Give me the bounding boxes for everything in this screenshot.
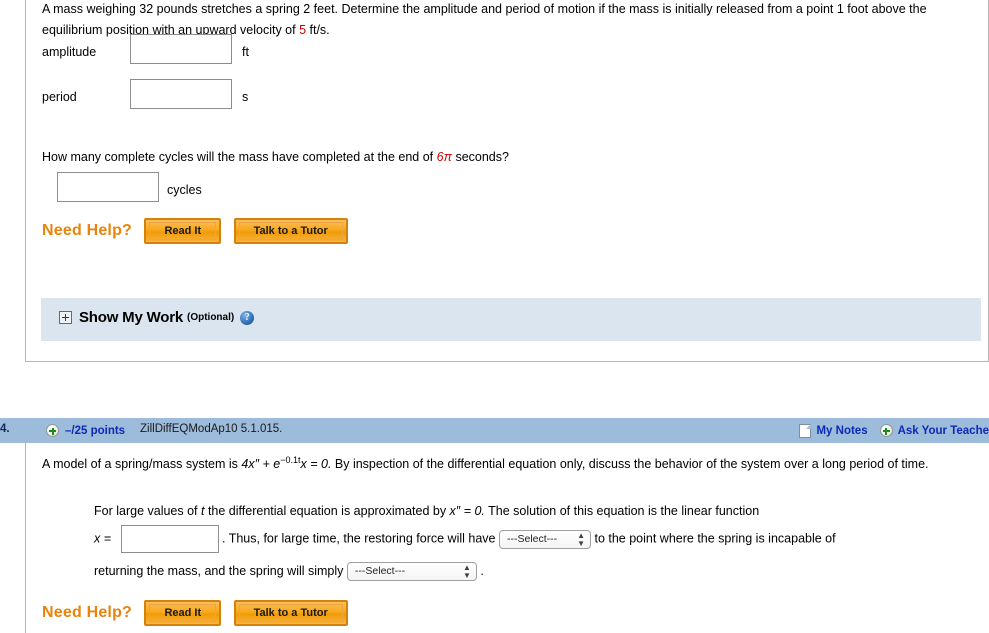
stem-value: 5 xyxy=(299,23,307,37)
stem-text-part1: A mass weighing 32 pounds stretches a sp… xyxy=(42,2,927,37)
need-help-label-bottom: Need Help? xyxy=(42,604,133,621)
talk-to-a-tutor-button-top[interactable]: Talk to a Tutor xyxy=(233,218,348,244)
points-label: –/25 points xyxy=(65,424,126,437)
period-label: period xyxy=(42,90,77,104)
amplitude-label: amplitude xyxy=(42,45,97,59)
need-help-top: Need Help? Read It Talk to a Tutor xyxy=(42,218,348,244)
select-restoring-force-value: ---Select--- xyxy=(506,532,558,545)
select-restoring-force[interactable]: ---Select--- ▲ ▼ xyxy=(498,529,591,549)
q4-line3: x = . Thus, for large time, the restorin… xyxy=(94,525,989,553)
cycles-input[interactable] xyxy=(57,172,159,202)
x-solution-input[interactable] xyxy=(120,525,219,553)
q4-line2-eq: x″ = 0. xyxy=(449,504,485,518)
amplitude-input[interactable] xyxy=(130,34,232,64)
help-question-icon[interactable]: ? xyxy=(240,310,255,325)
select-spring-behavior[interactable]: ---Select--- ▲ ▼ xyxy=(346,562,477,582)
q4-line2: For large values of t the differential e… xyxy=(94,501,989,522)
show-my-work-panel[interactable]: Show My Work (Optional)? xyxy=(41,298,981,341)
q4-equation-exponent: −0.1t xyxy=(280,455,301,465)
plus-circle-icon[interactable] xyxy=(46,424,59,438)
question-4-header-bar: 4. –/25 points ZillDiffEQModAp10 5.1.015… xyxy=(0,418,989,443)
cycles-question-text: How many complete cycles will the mass h… xyxy=(42,147,942,168)
read-it-button-bottom[interactable]: Read It xyxy=(144,600,222,626)
q4-line2-pre: For large values of xyxy=(94,504,201,518)
q4-line4-post: . xyxy=(480,564,484,579)
q4-stem-pre: A model of a spring/mass system is xyxy=(42,457,242,472)
show-my-work-optional: (Optional) xyxy=(187,312,235,324)
question-panel-top: A mass weighing 32 pounds stretches a sp… xyxy=(25,0,989,362)
question-panel-bottom: A model of a spring/mass system is 4x″ +… xyxy=(25,443,989,633)
read-it-button-top[interactable]: Read It xyxy=(144,218,222,244)
show-my-work-title: Show My Work xyxy=(79,309,183,327)
read-it-label: Read It xyxy=(149,222,217,240)
talk-to-a-tutor-button-bottom[interactable]: Talk to a Tutor xyxy=(233,600,348,626)
question-code: ZillDiffEQModAp10 5.1.015. xyxy=(140,423,283,435)
question-points-group: –/25 points xyxy=(46,422,125,440)
question-number: 4. xyxy=(0,423,10,435)
talk-to-a-tutor-label: Talk to a Tutor xyxy=(238,222,343,240)
need-help-label: Need Help? xyxy=(42,222,133,239)
select-arrows-icon: ▲ ▼ xyxy=(577,530,585,548)
my-notes-link[interactable]: My Notes xyxy=(816,425,867,437)
cycles-question-part2: seconds? xyxy=(451,150,509,164)
assignment-page: A mass weighing 32 pounds stretches a sp… xyxy=(0,0,989,633)
stem-text-part2: ft/s. xyxy=(306,23,330,37)
plus-circle-icon-ask[interactable] xyxy=(879,424,893,438)
q4-stem-post: By inspection of the differential equati… xyxy=(331,457,929,472)
question-4-stem: A model of a spring/mass system is 4x″ +… xyxy=(42,450,986,475)
q4-line3-mid: . Thus, for large time, the restoring fo… xyxy=(222,531,496,546)
need-help-bottom: Need Help? Read It Talk to a Tutor xyxy=(42,600,348,626)
note-page-icon[interactable] xyxy=(799,423,812,438)
show-my-work-inner: Show My Work (Optional)? xyxy=(59,309,255,327)
q4-equation-a: 4x″ + e xyxy=(241,457,281,472)
q4-line4-pre: returning the mass, and the spring will … xyxy=(94,564,344,579)
period-input[interactable] xyxy=(130,79,232,109)
q4-line3-post: to the point where the spring is incapab… xyxy=(594,531,836,546)
q4-x-equals-label: x = xyxy=(94,531,112,546)
header-right-actions: My Notes Ask Your Teache xyxy=(799,422,989,440)
q4-equation-b: x = 0. xyxy=(300,457,332,472)
cycles-question-value: 6π xyxy=(436,150,452,164)
q4-line2-post: The solution of this equation is the lin… xyxy=(484,504,760,518)
q4-line2-mid: the differential equation is approximate… xyxy=(204,504,450,518)
q4-line4: returning the mass, and the spring will … xyxy=(94,561,989,582)
cycles-unit: cycles xyxy=(167,183,202,197)
period-unit: s xyxy=(242,90,249,104)
cycles-question-part1: How many complete cycles will the mass h… xyxy=(42,150,437,164)
read-it-label-bottom: Read It xyxy=(149,604,217,622)
amplitude-unit: ft xyxy=(242,45,249,59)
select-spring-behavior-value: ---Select--- xyxy=(354,565,406,578)
plus-square-icon[interactable] xyxy=(59,311,72,325)
ask-your-teacher-link[interactable]: Ask Your Teache xyxy=(898,425,989,437)
talk-to-a-tutor-label-bottom: Talk to a Tutor xyxy=(238,604,343,622)
select-arrows-icon-2: ▲ ▼ xyxy=(462,563,471,581)
